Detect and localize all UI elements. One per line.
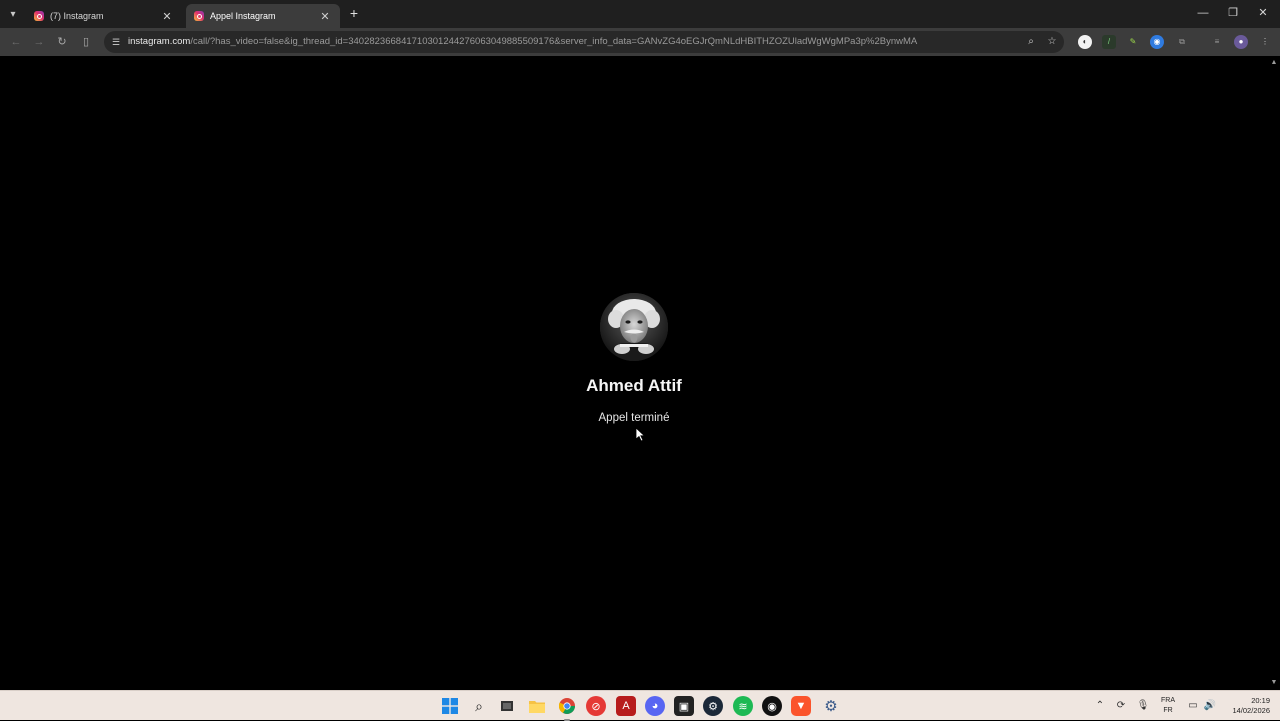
url-host: instagram.com xyxy=(128,36,191,47)
url-text[interactable]: instagram.com/call/?has_video=false&ig_t… xyxy=(128,36,1008,47)
reload-icon[interactable]: ↻ xyxy=(54,34,70,50)
back-arrow-icon[interactable]: ← xyxy=(8,34,24,50)
windows-start-icon[interactable] xyxy=(440,696,460,716)
call-page: Ahmed Attif Appel terminé xyxy=(0,56,1268,690)
new-tab-plus-icon[interactable]: + xyxy=(345,4,363,22)
acrobat-icon[interactable]: A xyxy=(616,696,636,716)
call-status-text: Appel terminé xyxy=(598,412,670,424)
tab-appel-instagram[interactable]: Appel Instagram ✕ xyxy=(186,4,340,28)
tab-search-chevron-icon[interactable]: ▾ xyxy=(4,5,22,23)
page-scrollbar[interactable]: ▲ ▼ xyxy=(1268,56,1280,690)
chrome-icon[interactable] xyxy=(557,696,577,721)
tray-chevron-up-icon[interactable]: ⌃ xyxy=(1093,698,1107,714)
bookmark-star-icon[interactable]: ☆ xyxy=(1045,35,1059,49)
browser-toolbar: ← → ↻ ▯ ☰ instagram.com/call/?has_video=… xyxy=(0,28,1280,56)
volume-icon[interactable]: 🔊 xyxy=(1203,698,1217,714)
browser-tab-strip: ▾ (7) Instagram ✕ Appel Instagram ✕ + — … xyxy=(0,0,1280,28)
system-clock[interactable]: 20:19 14/02/2026 xyxy=(1222,696,1270,716)
url-path: /call/?has_video=false&ig_thread_id=3402… xyxy=(190,36,918,47)
tab-title: Appel Instagram xyxy=(210,11,276,21)
windows-taskbar: ⌕ ⊘ A ◕ ▣ ⚙ ≋ ◉ ▼ ⚙ ⌃ ⟳ 🎙 FRA FR ▭ 🔊 20:… xyxy=(0,690,1280,721)
menu-kebab-icon[interactable]: ⋮ xyxy=(1258,35,1272,49)
restore-icon[interactable]: ❐ xyxy=(1218,4,1248,22)
app-black-circle-icon[interactable]: ◉ xyxy=(762,696,782,716)
tab-close-icon[interactable]: ✕ xyxy=(160,10,174,23)
keyboard-layout: FR xyxy=(1163,707,1173,714)
close-window-icon[interactable]: ✕ xyxy=(1248,4,1278,22)
brave-icon[interactable]: ▼ xyxy=(791,696,811,716)
file-explorer-icon[interactable] xyxy=(527,696,547,716)
address-bar[interactable]: ☰ instagram.com/call/?has_video=false&ig… xyxy=(104,31,1064,53)
scroll-up-arrow-icon[interactable]: ▲ xyxy=(1270,59,1278,67)
minimize-icon[interactable]: — xyxy=(1188,4,1218,22)
discord-icon[interactable]: ◕ xyxy=(645,696,665,716)
tab-title: (7) Instagram xyxy=(50,11,104,21)
side-panel-icon[interactable]: ▯ xyxy=(78,34,94,50)
callee-avatar xyxy=(600,293,668,361)
extension-blue-icon[interactable]: ◉ xyxy=(1150,35,1164,49)
instagram-favicon-icon xyxy=(34,11,44,21)
site-info-icon[interactable]: ☰ xyxy=(110,36,122,48)
spotify-icon[interactable]: ≋ xyxy=(733,696,753,716)
extension-slash-icon[interactable]: / xyxy=(1102,35,1116,49)
input-language[interactable]: FRA FR xyxy=(1158,696,1178,716)
settings-gear-icon[interactable]: ⚙ xyxy=(821,696,841,716)
app-red-circle-icon[interactable]: ⊘ xyxy=(586,696,606,716)
task-view-icon[interactable] xyxy=(497,696,517,716)
zoom-icon[interactable]: ⌕ xyxy=(1024,35,1038,49)
tab-instagram[interactable]: (7) Instagram ✕ xyxy=(26,4,182,28)
app-dark-icon[interactable]: ▣ xyxy=(674,696,694,716)
search-icon[interactable]: ⌕ xyxy=(469,696,489,716)
instagram-favicon-icon xyxy=(194,11,204,21)
portrait-photo-icon xyxy=(600,293,668,361)
profile-avatar-icon[interactable]: ● xyxy=(1234,35,1248,49)
scroll-down-arrow-icon[interactable]: ▼ xyxy=(1270,679,1278,687)
clock-time: 20:19 xyxy=(1251,696,1270,705)
tab-close-icon[interactable]: ✕ xyxy=(318,10,332,23)
microphone-icon[interactable]: 🎙 xyxy=(1136,698,1150,714)
extensions-puzzle-icon[interactable]: ⧉ xyxy=(1175,35,1189,49)
tray-sync-icon[interactable]: ⟳ xyxy=(1114,698,1128,714)
extension-leaf-icon[interactable]: ✎ xyxy=(1126,35,1140,49)
clock-date: 14/02/2026 xyxy=(1232,706,1270,715)
tab-manager-icon[interactable]: ≡ xyxy=(1210,35,1224,49)
callee-name: Ahmed Attif xyxy=(586,376,682,395)
language-code: FRA xyxy=(1161,697,1175,704)
network-icon[interactable]: ▭ xyxy=(1186,698,1200,714)
forward-arrow-icon[interactable]: → xyxy=(31,34,47,50)
extension-circle-icon[interactable]: ◐ xyxy=(1078,35,1092,49)
steam-icon[interactable]: ⚙ xyxy=(703,696,723,716)
mouse-cursor-icon xyxy=(635,427,646,442)
